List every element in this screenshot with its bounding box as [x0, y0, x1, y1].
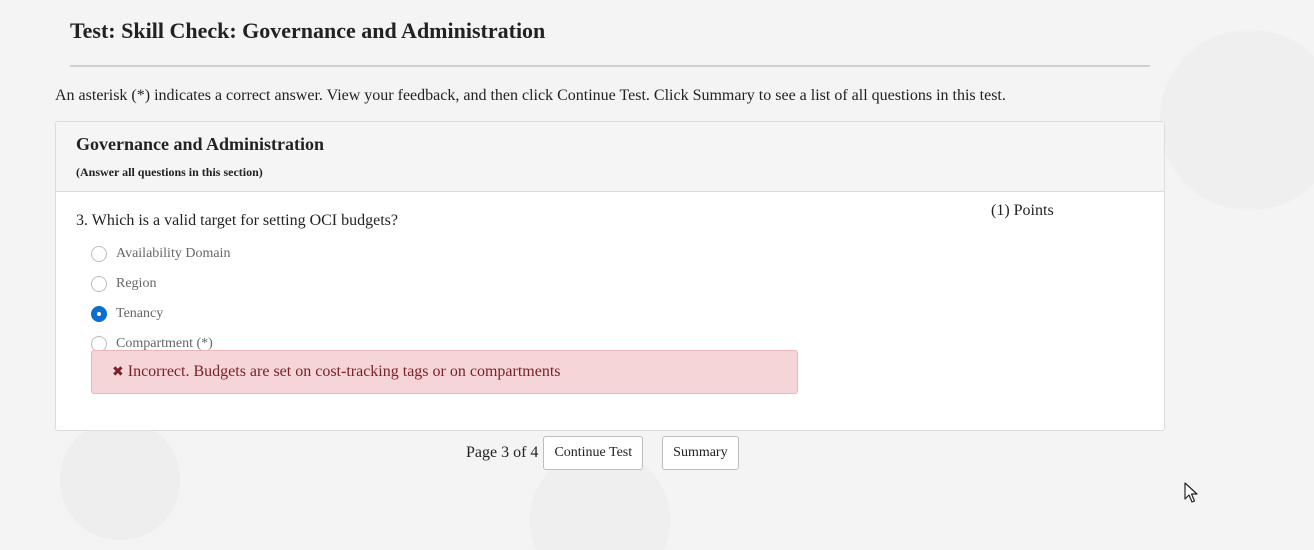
answer-option[interactable]: Availability Domain [91, 239, 230, 269]
pager: Page 3 of 4 Continue Test Summary [466, 436, 739, 470]
answer-option-label: Tenancy [116, 306, 164, 321]
section-note: (Answer all questions in this section) [76, 165, 263, 179]
question-panel: Governance and Administration (Answer al… [55, 121, 1165, 431]
summary-button[interactable]: Summary [662, 436, 739, 470]
radio-button[interactable] [91, 246, 107, 262]
page-indicator: Page 3 of 4 [466, 444, 539, 461]
section-header: Governance and Administration (Answer al… [56, 122, 1164, 192]
page-title: Test: Skill Check: Governance and Admini… [70, 18, 546, 43]
answer-option-label: Availability Domain [116, 246, 231, 261]
question-text: 3. Which is a valid target for setting O… [76, 212, 399, 229]
feedback-text: Incorrect. Budgets are set on cost-track… [127, 363, 561, 380]
radio-button[interactable] [91, 276, 107, 292]
title-divider [70, 65, 1150, 67]
mouse-cursor-icon [1184, 482, 1198, 503]
answer-options: Availability Domain Region Tenancy Compa… [91, 239, 230, 359]
question-points: (1) Points [991, 202, 1054, 219]
radio-button-selected[interactable] [91, 306, 107, 322]
instructions-text: An asterisk (*) indicates a correct answ… [55, 87, 1006, 104]
x-icon: ✖ [112, 364, 124, 380]
continue-test-button[interactable]: Continue Test [543, 436, 644, 470]
answer-option[interactable]: Region [91, 269, 230, 299]
answer-option-label: Region [116, 276, 157, 291]
answer-option[interactable]: Tenancy [91, 299, 230, 329]
feedback-alert: ✖ Incorrect. Budgets are set on cost-tra… [91, 350, 798, 394]
section-title: Governance and Administration [76, 134, 325, 154]
